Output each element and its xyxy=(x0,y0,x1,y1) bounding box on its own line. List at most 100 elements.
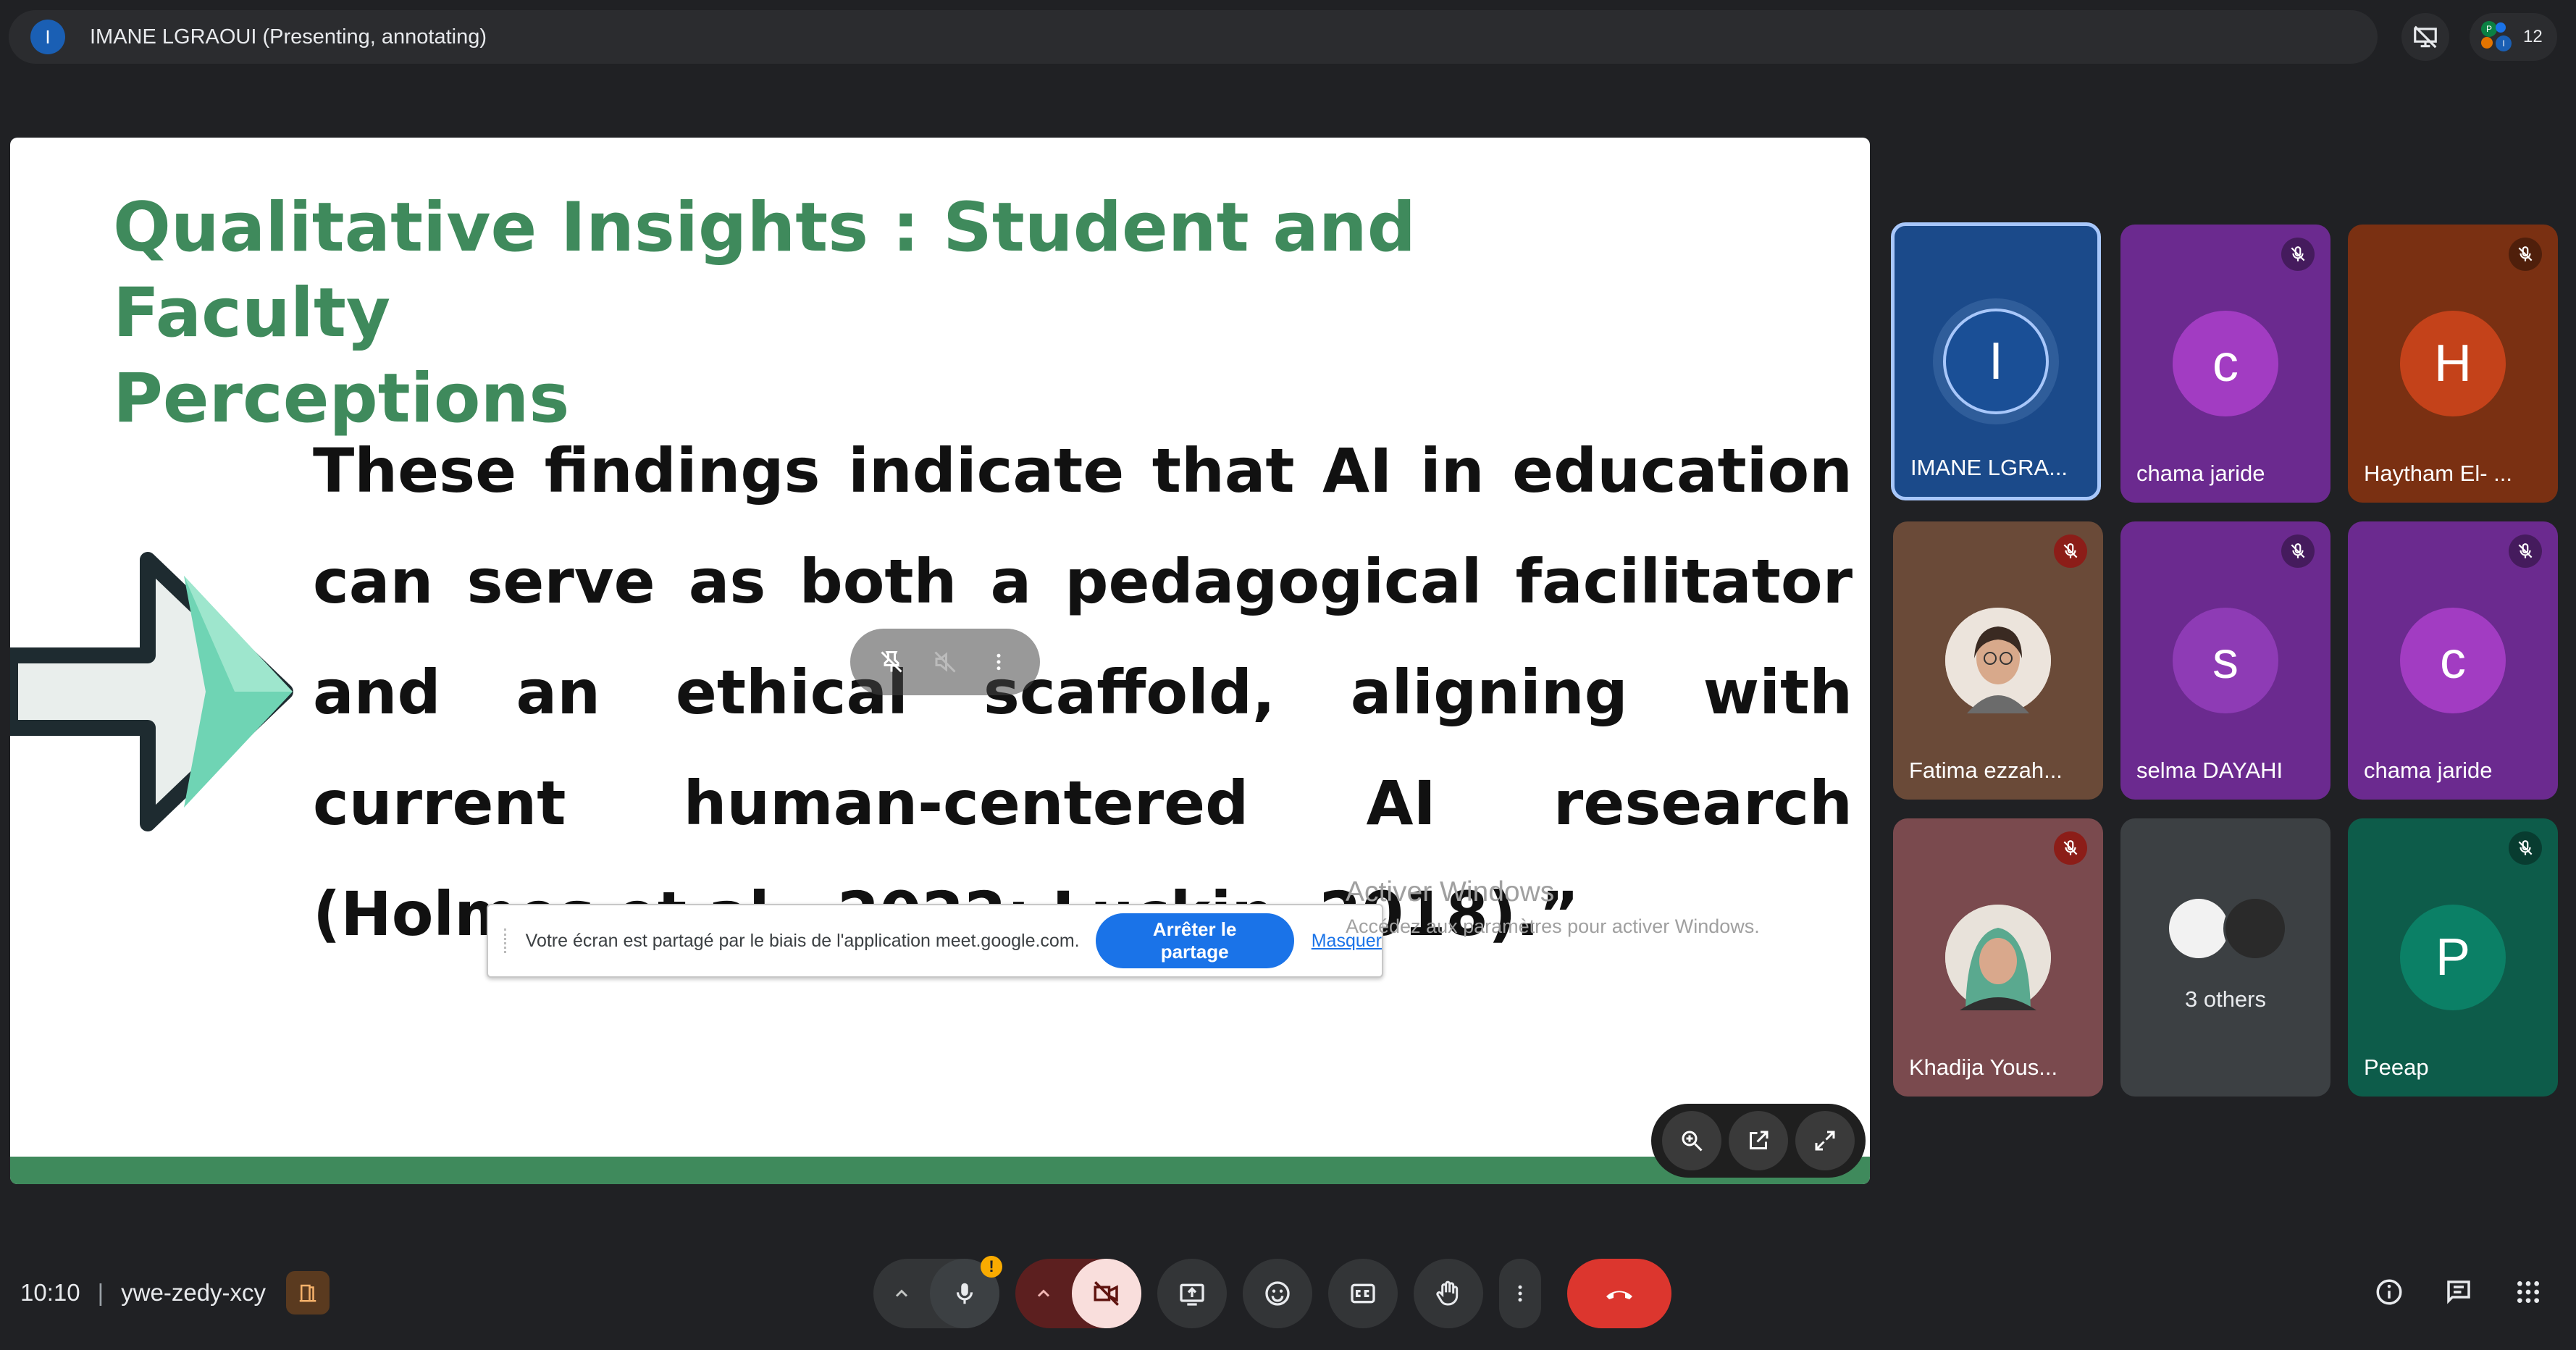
participant-avatar: P xyxy=(2400,905,2506,1010)
slide-title-line1: Qualitative Insights : Student and Facul… xyxy=(113,188,1416,353)
captions-button[interactable] xyxy=(1328,1259,1398,1328)
participant-tile[interactable]: c chama jaride xyxy=(2120,225,2330,503)
participant-count: 12 xyxy=(2523,27,2543,46)
activities-button[interactable] xyxy=(2503,1267,2554,1317)
videocam-off-icon xyxy=(1094,1281,1119,1306)
host-controls-button[interactable] xyxy=(286,1271,330,1315)
mic-control: ! xyxy=(873,1256,1002,1328)
arrow-graphic xyxy=(10,552,293,831)
mic-off-icon xyxy=(2054,831,2087,865)
others-tile[interactable]: 3 others xyxy=(2120,818,2330,1097)
mute-audio-button[interactable] xyxy=(923,640,967,684)
meeting-info-separator: | xyxy=(97,1279,104,1306)
participant-name: Fatima ezzah... xyxy=(1909,758,2063,783)
participant-avatar: c xyxy=(2400,608,2506,713)
mic-off-icon xyxy=(2509,831,2542,865)
fullscreen-button[interactable] xyxy=(1795,1111,1855,1170)
participant-tile[interactable]: H Haytham El- ... xyxy=(2348,225,2558,503)
slide-title: Qualitative Insights : Student and Facul… xyxy=(113,185,1634,442)
present-to-all-icon xyxy=(1180,1283,1204,1306)
zoom-button[interactable] xyxy=(1662,1111,1721,1170)
participant-tile[interactable]: s selma DAYAHI xyxy=(2120,521,2330,800)
chat-button[interactable] xyxy=(2433,1267,2484,1317)
windows-activation-watermark: Activer Windows Accédez aux paramètres p… xyxy=(1346,876,1760,938)
raise-hand-button[interactable] xyxy=(1414,1259,1483,1328)
chevron-up-icon xyxy=(1037,1289,1050,1297)
participant-tile[interactable]: Fatima ezzah... xyxy=(1893,521,2103,800)
participant-name: Haytham El- ... xyxy=(2364,461,2512,486)
call-controls: ! xyxy=(873,1256,1671,1328)
apps-grid-icon xyxy=(2517,1281,2539,1303)
emoji-icon xyxy=(1265,1281,1290,1306)
mic-off-icon xyxy=(2281,534,2315,568)
stop-sharing-button[interactable]: Arrêter le partage xyxy=(1095,913,1294,968)
no-screen-icon xyxy=(2414,25,2437,49)
meeting-info: 10:10 | ywe-zedy-xcy xyxy=(20,1271,330,1315)
mic-icon xyxy=(956,1283,973,1304)
drag-handle-icon[interactable] xyxy=(504,928,511,953)
mic-off-icon xyxy=(2509,238,2542,271)
chevron-up-icon xyxy=(895,1289,908,1297)
others-avatars xyxy=(2167,897,2297,962)
participant-photo xyxy=(1945,905,2051,1010)
video-options-button[interactable] xyxy=(1015,1259,1072,1328)
share-notice-text: Votre écran est partagé par le biais de … xyxy=(525,930,1080,951)
others-avatar-2 xyxy=(2223,897,2287,960)
participant-name: Peeap xyxy=(2364,1055,2429,1080)
participant-tile[interactable]: Khadija Yous... xyxy=(1893,818,2103,1097)
closed-caption-icon xyxy=(1351,1283,1375,1304)
meeting-details-button[interactable] xyxy=(2364,1267,2415,1317)
audio-options-button[interactable] xyxy=(873,1259,930,1328)
more-options-button[interactable] xyxy=(1499,1259,1541,1328)
others-label: 3 others xyxy=(2184,986,2266,1012)
participant-name: chama jaride xyxy=(2136,461,2265,486)
participant-avatar: I xyxy=(1943,309,2049,414)
participant-avatars-icon: P I xyxy=(2481,21,2513,53)
meeting-time: 10:10 xyxy=(20,1279,80,1306)
camera-control xyxy=(1015,1259,1141,1328)
slide-footer-bar xyxy=(10,1157,1870,1184)
call-end-icon xyxy=(1606,1291,1632,1299)
participant-photo xyxy=(1945,608,2051,713)
participant-tile[interactable]: P Peeap xyxy=(2348,818,2558,1097)
participant-name: IMANE LGRA... xyxy=(1910,455,2068,480)
presenter-avatar: I xyxy=(30,20,65,54)
others-avatar-1 xyxy=(2167,897,2231,960)
participant-avatar: H xyxy=(2400,311,2506,416)
meeting-code: ywe-zedy-xcy xyxy=(121,1279,267,1306)
more-vert-icon xyxy=(1518,1285,1522,1302)
unpin-button[interactable] xyxy=(870,640,913,684)
open-in-new-icon xyxy=(1750,1131,1769,1149)
expand-icon xyxy=(1815,1131,1835,1151)
zoom-in-icon xyxy=(1682,1131,1703,1152)
side-panel-controls xyxy=(2364,1267,2554,1317)
door-icon xyxy=(299,1284,316,1302)
annotation-toolbar xyxy=(850,629,1040,695)
pop-out-button[interactable] xyxy=(1729,1111,1788,1170)
screen-share-notice: Votre écran est partagé par le biais de … xyxy=(487,904,1383,978)
slide-view-controls xyxy=(1651,1104,1866,1178)
participant-tile[interactable]: I IMANE LGRA... xyxy=(1891,222,2101,500)
leave-call-button[interactable] xyxy=(1567,1259,1671,1328)
participant-avatar: s xyxy=(2173,608,2278,713)
more-options-button[interactable] xyxy=(977,640,1020,684)
presenter-name: IMANE LGRAOUI (Presenting, annotating) xyxy=(90,25,487,49)
present-screen-button[interactable] xyxy=(1157,1259,1227,1328)
reactions-button[interactable] xyxy=(1243,1259,1312,1328)
more-vert-icon xyxy=(997,653,1001,671)
participants-button[interactable]: P I 12 xyxy=(2470,13,2557,61)
mic-off-icon xyxy=(2054,534,2087,568)
unpin-icon xyxy=(881,651,902,673)
mic-off-icon xyxy=(2509,534,2542,568)
participant-tile[interactable]: c chama jaride xyxy=(2348,521,2558,800)
participant-name: selma DAYAHI xyxy=(2136,758,2283,783)
presentation-slide: Qualitative Insights : Student and Facul… xyxy=(10,138,1870,1184)
hand-icon xyxy=(1436,1280,1459,1306)
watermark-title: Activer Windows xyxy=(1346,876,1555,907)
camera-button[interactable] xyxy=(1072,1259,1141,1328)
top-right-controls: P I 12 xyxy=(2401,13,2557,61)
participant-name: chama jaride xyxy=(2364,758,2493,783)
hide-self-view-button[interactable] xyxy=(2401,13,2449,61)
info-icon xyxy=(2376,1279,2402,1305)
chat-icon xyxy=(2447,1280,2470,1304)
